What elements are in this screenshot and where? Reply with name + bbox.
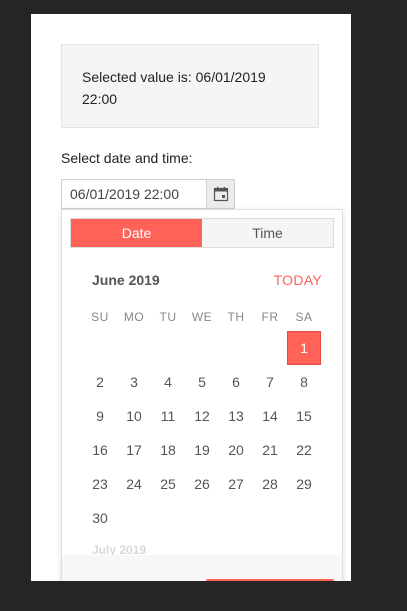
calendar-day[interactable]: 10 — [117, 399, 151, 433]
calendar-day[interactable]: 5 — [185, 365, 219, 399]
weekday-label: SU — [91, 310, 109, 324]
calendar-toggle-button[interactable] — [206, 180, 234, 208]
calendar-icon — [213, 186, 228, 202]
calendar-empty-cell — [117, 331, 151, 365]
calendar-empty-cell — [117, 501, 151, 535]
calendar-empty-cell — [83, 331, 117, 365]
weekday-label: TH — [227, 310, 245, 324]
calendar-day[interactable]: 23 — [83, 467, 117, 501]
datetime-picker[interactable]: 06/01/2019 22:00 — [61, 179, 235, 209]
datetime-popup: Date Time June 2019 TODAY SU MO TU WE TH FR SA… — [61, 209, 343, 581]
calendar-empty-cell — [185, 331, 219, 365]
calendar-empty-cell — [219, 331, 253, 365]
calendar-day-selected[interactable]: 1 — [287, 331, 321, 365]
calendar-week-row: 30 — [83, 501, 321, 535]
calendar-day[interactable]: 18 — [151, 433, 185, 467]
selected-value-box: Selected value is: 06/01/2019 22:00 — [61, 44, 319, 128]
calendar-day[interactable]: 20 — [219, 433, 253, 467]
popup-footer — [62, 555, 342, 581]
calendar-week-row: 2345678 — [83, 365, 321, 399]
calendar-day[interactable]: 16 — [83, 433, 117, 467]
weekday-label: WE — [191, 310, 213, 324]
calendar-day[interactable]: 9 — [83, 399, 117, 433]
calendar-day[interactable]: 25 — [151, 467, 185, 501]
calendar-day[interactable]: 27 — [219, 467, 253, 501]
tab-date[interactable]: Date — [71, 219, 202, 247]
calendar-week-row: 9 10 11 12 13 14 15 — [83, 399, 321, 433]
calendar-day[interactable]: 22 — [287, 433, 321, 467]
calendar-day[interactable]: 26 — [185, 467, 219, 501]
month-title[interactable]: June 2019 — [92, 272, 160, 288]
calendar-day[interactable]: 11 — [151, 399, 185, 433]
weekday-label: FR — [261, 310, 279, 324]
calendar-day[interactable]: 29 — [287, 467, 321, 501]
calendar-day[interactable]: 7 — [253, 365, 287, 399]
calendar-day[interactable]: 3 — [117, 365, 151, 399]
calendar-day[interactable]: 30 — [83, 501, 117, 535]
field-label: Select date and time: — [61, 150, 193, 166]
calendar-day[interactable]: 14 — [253, 399, 287, 433]
calendar-grid: 1 2 3 4 5 6 7 8 9 10 11 12 13 14 15 16 17 18 19 20 21 22 23 24 2… — [83, 331, 321, 535]
calendar-day[interactable]: 12 — [185, 399, 219, 433]
calendar-day[interactable]: 21 — [253, 433, 287, 467]
calendar-header: June 2019 TODAY — [92, 272, 322, 292]
calendar-day[interactable]: 8 — [287, 365, 321, 399]
date-time-toggle: Date Time — [70, 218, 334, 248]
weekday-label: MO — [123, 310, 145, 324]
calendar-week-row: 23 24 25 26 27 28 29 — [83, 467, 321, 501]
selected-value-text: Selected value is: 06/01/2019 22:00 — [82, 69, 266, 107]
calendar-day[interactable]: 2 — [83, 365, 117, 399]
tab-time[interactable]: Time — [202, 219, 333, 247]
calendar-empty-cell — [253, 331, 287, 365]
calendar-day[interactable]: 13 — [219, 399, 253, 433]
calendar-day[interactable]: 19 — [185, 433, 219, 467]
calendar-day[interactable]: 6 — [219, 365, 253, 399]
calendar-day[interactable]: 4 — [151, 365, 185, 399]
calendar-empty-cell — [151, 331, 185, 365]
calendar-day[interactable]: 17 — [117, 433, 151, 467]
weekday-label: TU — [159, 310, 177, 324]
calendar-week-row: 1 — [83, 331, 321, 365]
today-button[interactable]: TODAY — [274, 272, 322, 288]
datetime-input[interactable]: 06/01/2019 22:00 — [70, 186, 179, 202]
calendar-day[interactable]: 24 — [117, 467, 151, 501]
calendar-empty-cell — [253, 501, 287, 535]
weekday-header: SU MO TU WE TH FR SA — [83, 310, 321, 324]
calendar-empty-cell — [151, 501, 185, 535]
demo-card: Selected value is: 06/01/2019 22:00 Sele… — [31, 14, 351, 581]
calendar-week-row: 16 17 18 19 20 21 22 — [83, 433, 321, 467]
weekday-label: SA — [295, 310, 313, 324]
calendar-day[interactable]: 28 — [253, 467, 287, 501]
set-button-edge[interactable] — [206, 579, 334, 581]
calendar-empty-cell — [287, 501, 321, 535]
calendar-day[interactable]: 15 — [287, 399, 321, 433]
calendar-empty-cell — [185, 501, 219, 535]
calendar-empty-cell — [219, 501, 253, 535]
